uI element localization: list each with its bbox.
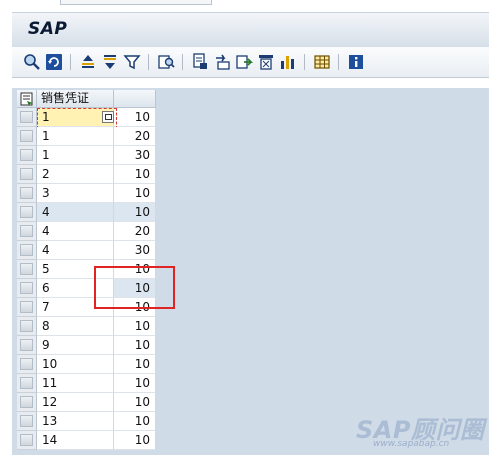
alv-toolbar [12,47,489,78]
cell-sales-document[interactable]: 11 [37,374,114,393]
cell-sales-document[interactable]: 1 [37,146,114,165]
row-selector[interactable] [17,412,37,431]
sort-ascending-icon[interactable] [78,52,98,72]
cell-sales-document[interactable]: 1 [37,127,114,146]
toolbar-separator [304,54,305,70]
graphic-icon[interactable] [278,52,298,72]
row-selector[interactable] [17,108,37,127]
table-row: 3 10 [17,184,156,203]
row-selector[interactable] [17,374,37,393]
print-preview-icon[interactable] [190,52,210,72]
cell-item[interactable]: 10 [114,336,156,355]
cell-item[interactable]: 10 [114,355,156,374]
cell-item[interactable]: 10 [114,317,156,336]
table-row: 12 10 [17,393,156,412]
watermark-url: www.sapabap.cn [373,439,450,449]
table-row: 10 10 [17,355,156,374]
cell-sales-document[interactable]: 2 [37,165,114,184]
table-row: 13 10 [17,412,156,431]
column-select-icon[interactable] [256,52,276,72]
table-row: 4 20 [17,222,156,241]
red-annotation-box [94,266,175,309]
cell-sales-document[interactable]: 13 [37,412,114,431]
title-bar: SAP [12,12,489,48]
cell-sales-document[interactable]: 12 [37,393,114,412]
info-icon[interactable] [346,52,366,72]
table-row: 8 10 [17,317,156,336]
app-title: SAP [28,19,68,39]
cell-item[interactable]: 10 [114,393,156,412]
table-row: 4 10 [17,203,156,222]
sort-descending-icon[interactable] [100,52,120,72]
select-all-button[interactable] [17,90,37,108]
column-header-sales-document[interactable]: 销售凭证 [37,90,114,108]
row-selector[interactable] [17,241,37,260]
export-icon[interactable] [212,52,232,72]
row-selector[interactable] [17,146,37,165]
row-selector[interactable] [17,298,37,317]
row-selector[interactable] [17,260,37,279]
toolbar-separator [182,54,183,70]
refresh-icon[interactable] [44,52,64,72]
toolbar-separator [148,54,149,70]
table-row: 14 10 [17,431,156,450]
layout-icon[interactable] [312,52,332,72]
top-tab-edge [60,0,212,5]
cell-item[interactable]: 20 [114,222,156,241]
cell-sales-document[interactable]: 4 [37,222,114,241]
find-icon[interactable] [156,52,176,72]
filter-icon[interactable] [122,52,142,72]
table-row: 1 20 [17,127,156,146]
cell-sales-document[interactable]: 14 [37,431,114,450]
cell-item[interactable]: 10 [114,374,156,393]
cell-sales-document[interactable]: 10 [37,355,114,374]
row-selector[interactable] [17,203,37,222]
cell-sales-document[interactable]: 8 [37,317,114,336]
cell-item[interactable]: 10 [114,184,156,203]
value-help-button[interactable] [102,111,114,123]
toolbar-separator [70,54,71,70]
row-selector[interactable] [17,184,37,203]
row-selector[interactable] [17,336,37,355]
row-selector[interactable] [17,431,37,450]
table-row: 11 10 [17,374,156,393]
cell-sales-document[interactable]: 4 [37,203,114,222]
toolbar-separator [338,54,339,70]
row-selector[interactable] [17,165,37,184]
column-header-item[interactable] [114,90,156,108]
cell-sales-document[interactable]: 3 [37,184,114,203]
cell-item[interactable]: 20 [114,127,156,146]
cell-item[interactable]: 10 [114,412,156,431]
row-selector[interactable] [17,279,37,298]
cell-sales-document[interactable]: 1 [37,108,114,127]
cell-sales-document[interactable]: 4 [37,241,114,260]
cell-item[interactable]: 10 [114,203,156,222]
row-selector[interactable] [17,222,37,241]
cell-sales-document[interactable]: 9 [37,336,114,355]
send-icon[interactable] [234,52,254,72]
row-selector[interactable] [17,127,37,146]
row-selector[interactable] [17,393,37,412]
table-row: 1 10 [17,108,156,129]
row-selector[interactable] [17,317,37,336]
table-row: 1 30 [17,146,156,165]
detail-icon[interactable] [22,52,42,72]
cell-item[interactable]: 10 [114,165,156,184]
row-selector[interactable] [17,355,37,374]
cell-item[interactable]: 30 [114,146,156,165]
window-top-strip [0,0,489,8]
cell-item[interactable]: 10 [114,431,156,450]
alv-grid-area: 销售凭证 1 10 1 20 1 30 2 10 3 10 4 10 4 20 4 30 5 10 6 10 7 10 8 1… [12,88,489,455]
cell-item[interactable]: 30 [114,241,156,260]
table-row: 4 30 [17,241,156,260]
table-row: 2 10 [17,165,156,184]
cell-item[interactable]: 10 [114,108,156,127]
table-row: 9 10 [17,336,156,355]
